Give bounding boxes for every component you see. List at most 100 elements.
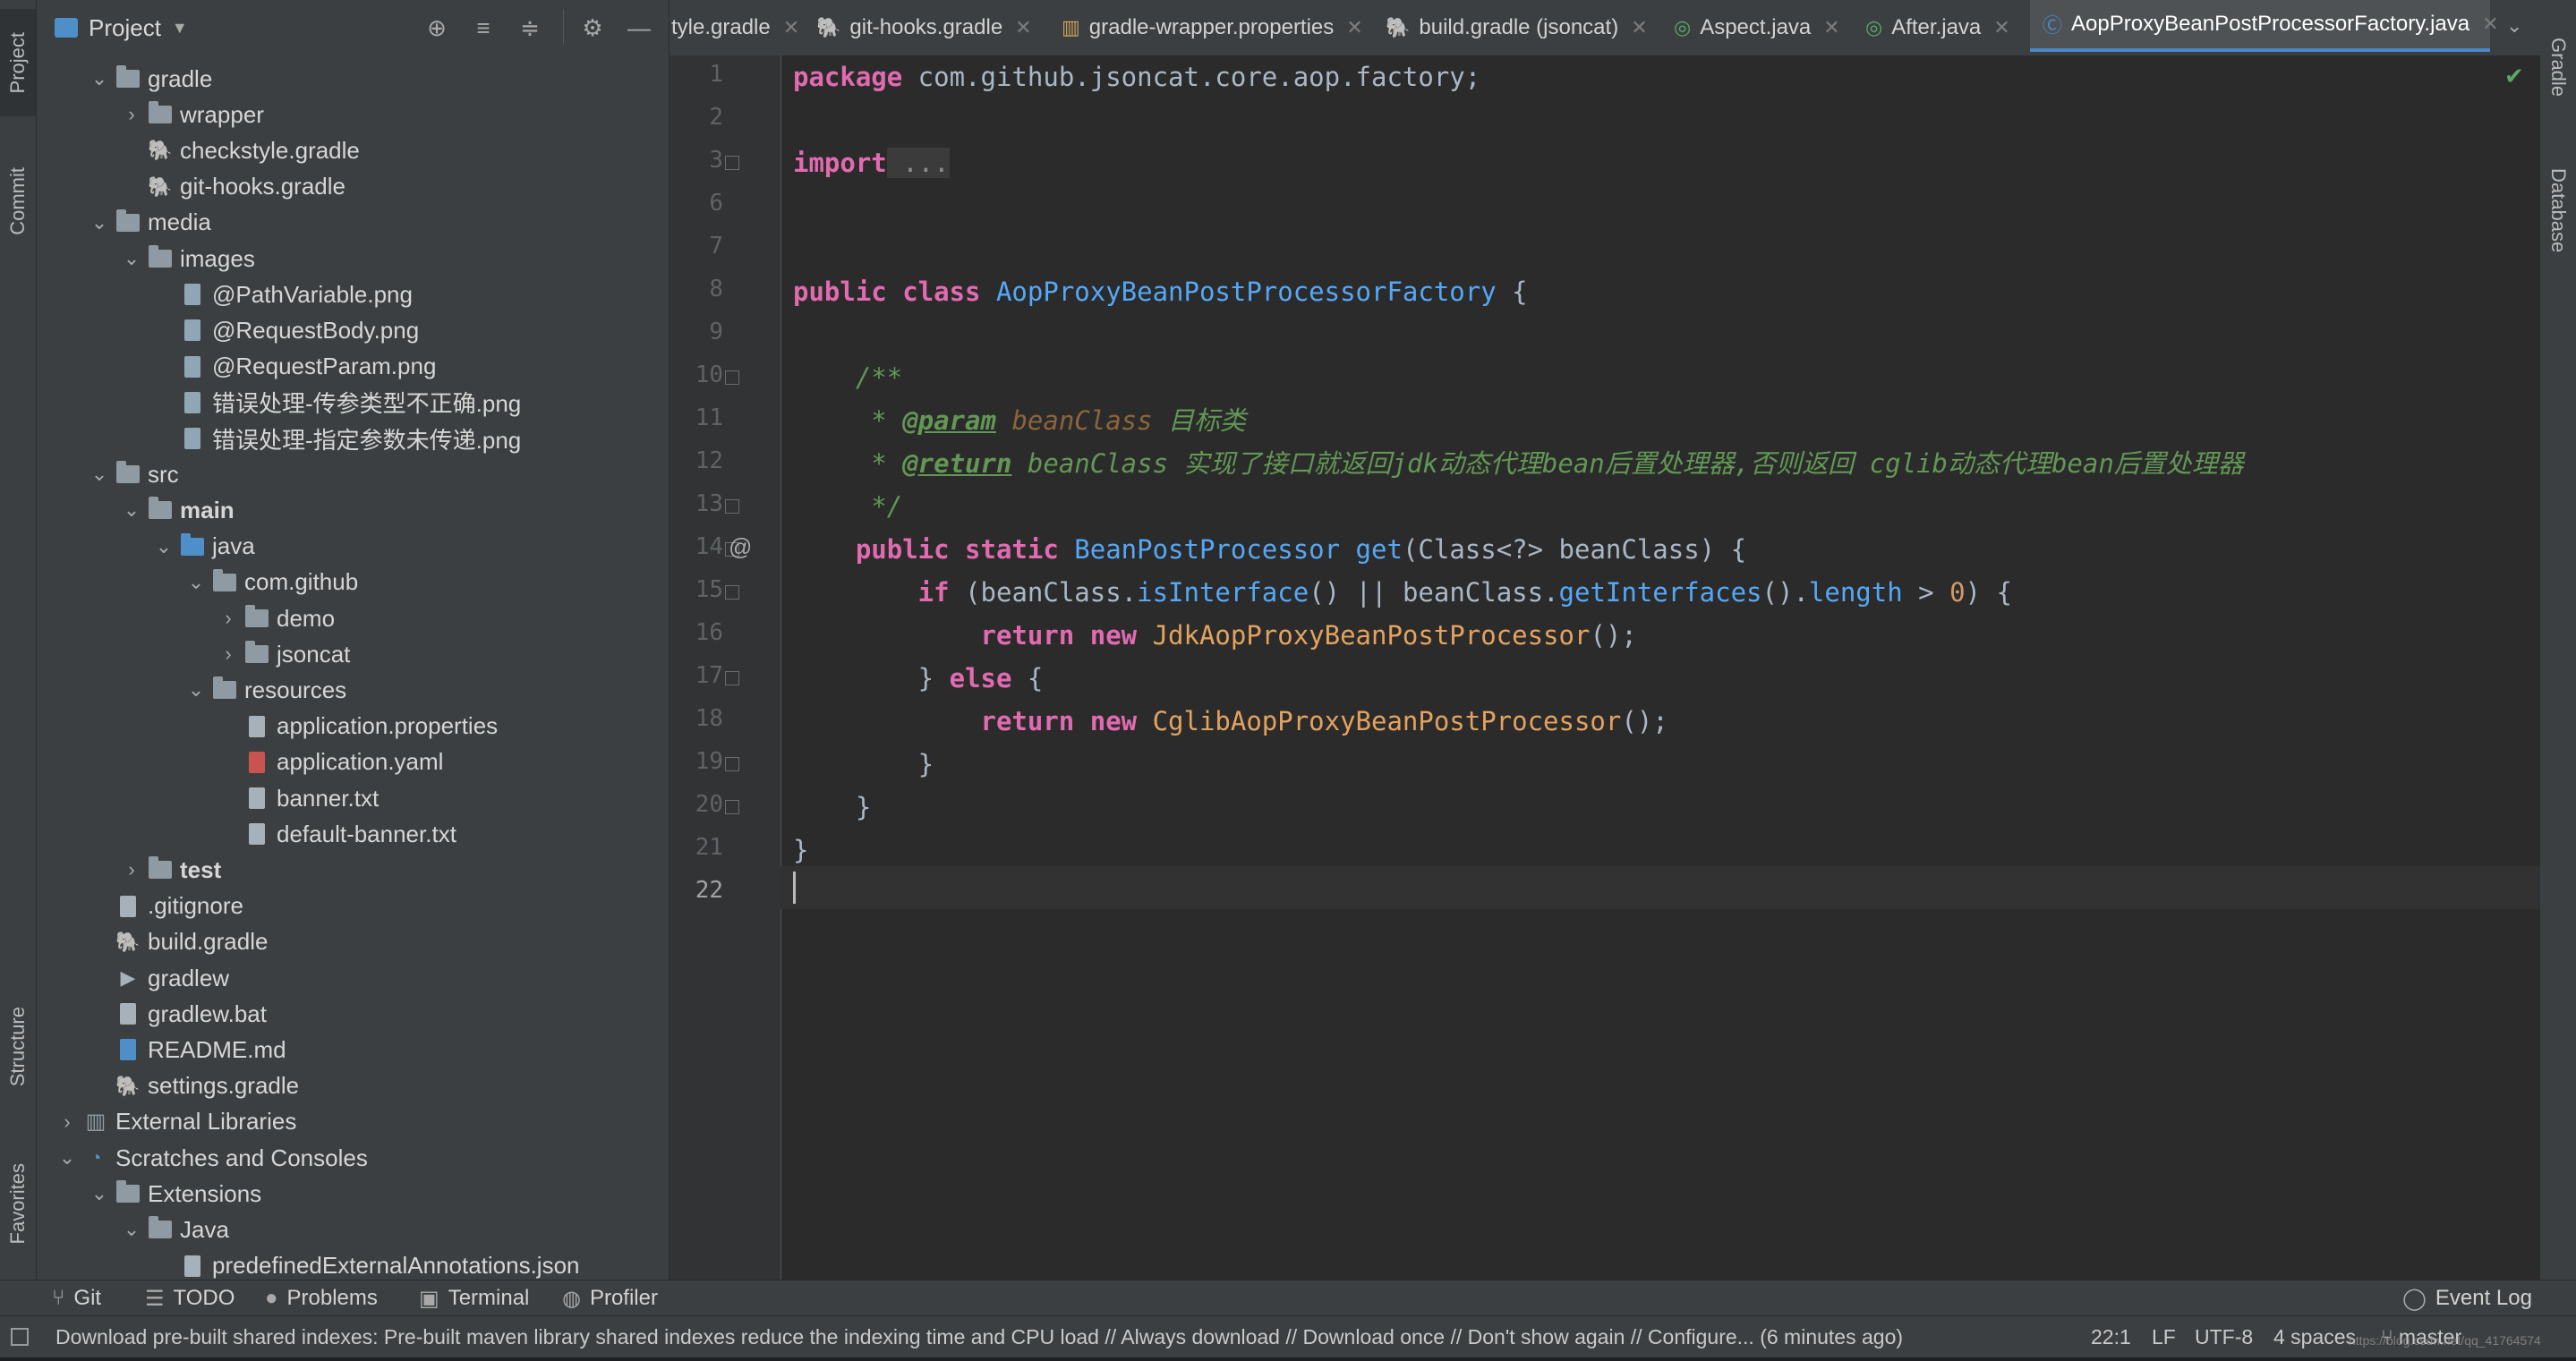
fold-marker-icon[interactable] xyxy=(725,156,739,170)
chevron-down-icon[interactable]: ⌄ xyxy=(185,571,207,594)
tool-tab-commit[interactable]: Commit xyxy=(0,143,36,259)
chevron-down-icon[interactable]: ⌄ xyxy=(89,1182,110,1205)
chevron-down-icon[interactable]: ⌄ xyxy=(153,535,175,558)
chevron-down-icon[interactable]: ⌄ xyxy=(185,678,207,702)
tree-item[interactable]: gradlew.bat xyxy=(37,996,669,1032)
line-separator[interactable]: LF xyxy=(2152,1316,2176,1357)
tree-item[interactable]: ⌄ Extensions xyxy=(37,1176,669,1212)
chevron-right-icon[interactable]: › xyxy=(56,1110,78,1134)
tree-item[interactable]: 错误处理-传参类型不正确.png xyxy=(37,385,669,421)
tab-aop-proxy-factory-java[interactable]: Ⓒ AopProxyBeanPostProcessorFactory.java ✕ xyxy=(2030,0,2499,52)
tree-item[interactable]: ⌄ main xyxy=(37,492,669,528)
status-message[interactable]: Download pre-built shared indexes: Pre-b… xyxy=(55,1316,2069,1357)
tree-item[interactable]: @PathVariable.png xyxy=(37,276,669,312)
chevron-right-icon[interactable]: › xyxy=(121,103,142,126)
tree-item[interactable]: README.md xyxy=(37,1032,669,1068)
close-icon[interactable]: ✕ xyxy=(1823,16,1839,39)
tool-tab-favorites[interactable]: Favorites xyxy=(0,1136,36,1271)
folded-imports[interactable]: ... xyxy=(886,148,950,178)
fold-marker-icon[interactable] xyxy=(725,800,739,814)
tree-item[interactable]: default-banner.txt xyxy=(37,816,669,852)
tree-item[interactable]: ⌄ resources xyxy=(37,672,669,708)
fold-marker-icon[interactable] xyxy=(725,671,739,685)
chevron-right-icon[interactable]: › xyxy=(218,607,239,630)
tool-tab-project[interactable]: Project xyxy=(0,9,36,116)
tree-item[interactable]: ▶ gradlew xyxy=(37,960,669,996)
chevron-right-icon[interactable]: › xyxy=(121,858,142,881)
tree-item[interactable]: ⌄ ◔ Scratches and Consoles xyxy=(37,1140,669,1176)
chevron-right-icon[interactable]: › xyxy=(218,642,239,666)
caret-position[interactable]: 22:1 xyxy=(2091,1316,2131,1357)
tab-aspect-java[interactable]: ◎ Aspect.java ✕ xyxy=(1674,0,1846,55)
collapse-all-icon[interactable]: ≑ xyxy=(515,13,545,43)
tree-item[interactable]: 🐘 settings.gradle xyxy=(37,1068,669,1104)
tree-item[interactable]: ⌄ com.github xyxy=(37,565,669,600)
inspection-ok-check-icon[interactable]: ✔ xyxy=(2504,63,2524,90)
tree-item[interactable]: @RequestBody.png xyxy=(37,312,669,348)
gear-icon[interactable]: ⚙ xyxy=(577,13,608,43)
tree-item[interactable]: ⌄ java xyxy=(37,529,669,565)
close-icon[interactable]: ✕ xyxy=(1015,16,1031,39)
tree-item[interactable]: 🐘 checkstyle.gradle xyxy=(37,132,669,168)
tree-item[interactable]: predefinedExternalAnnotations.json xyxy=(37,1248,669,1284)
hide-panel-icon[interactable]: — xyxy=(624,13,654,43)
file-encoding[interactable]: UTF-8 xyxy=(2195,1316,2253,1357)
tool-tab-gradle[interactable]: Gradle xyxy=(2540,18,2576,116)
tree-item[interactable]: › demo xyxy=(37,600,669,636)
tree-item[interactable]: application.properties xyxy=(37,709,669,744)
tool-tab-structure[interactable]: Structure xyxy=(0,984,36,1110)
close-icon[interactable]: ✕ xyxy=(1993,16,2009,39)
override-marker-icon[interactable]: @ xyxy=(729,533,752,561)
tree-item[interactable]: › jsoncat xyxy=(37,636,669,672)
tool-tab-database[interactable]: Database xyxy=(2540,143,2576,277)
code-editor[interactable]: 1 2 3 6 7 8 9 10 11 12 13 14 15 16 17 18 19 20 21 22 @ ✔ pac… xyxy=(670,55,2540,1280)
chevron-down-icon[interactable]: ⌄ xyxy=(121,247,142,270)
tool-window-todo[interactable]: ☰ TODO xyxy=(145,1280,235,1316)
tab-gradle-wrapper-properties[interactable]: ▥ gradle-wrapper.properties ✕ xyxy=(1062,0,1382,55)
tool-window-terminal[interactable]: ▣ Terminal xyxy=(419,1280,529,1316)
fold-marker-icon[interactable] xyxy=(725,370,739,385)
locate-icon[interactable]: ⊕ xyxy=(422,13,452,43)
tab-list-chevron-icon[interactable]: ⌄ xyxy=(2506,14,2522,38)
chevron-down-icon[interactable]: ⌄ xyxy=(89,67,110,90)
chevron-down-icon[interactable]: ⌄ xyxy=(56,1146,78,1170)
tree-item[interactable]: ⌄ gradle xyxy=(37,61,669,97)
tree-item[interactable]: › wrapper xyxy=(37,97,669,132)
indent-setting[interactable]: 4 spaces xyxy=(2273,1316,2356,1357)
tree-item[interactable]: @RequestParam.png xyxy=(37,349,669,385)
chevron-down-icon[interactable]: ⌄ xyxy=(89,463,110,486)
expand-all-icon[interactable]: ≡ xyxy=(468,13,499,43)
fold-marker-icon[interactable] xyxy=(725,585,739,600)
tree-item[interactable]: application.yaml xyxy=(37,744,669,780)
tab-git-hooks-gradle[interactable]: 🐘 git-hooks.gradle ✕ xyxy=(816,0,1062,55)
tree-item[interactable]: 🐘 build.gradle xyxy=(37,924,669,960)
tool-window-event-log[interactable]: ◯ Event Log xyxy=(2402,1280,2532,1316)
tab-after-java[interactable]: ◎ After.java ✕ xyxy=(1865,0,2017,55)
tool-window-problems[interactable]: ● Problems xyxy=(265,1280,378,1316)
tree-item[interactable]: ⌄ media xyxy=(37,205,669,241)
tree-item[interactable]: 🐘 git-hooks.gradle xyxy=(37,169,669,205)
tool-window-git[interactable]: ⑂ Git xyxy=(52,1280,101,1316)
tree-item[interactable]: ⌄ images xyxy=(37,241,669,276)
chevron-down-icon[interactable]: ⌄ xyxy=(89,211,110,234)
project-panel-title[interactable]: Project xyxy=(89,14,161,42)
close-icon[interactable]: ✕ xyxy=(1346,16,1362,39)
tab-tyle-gradle[interactable]: tyle.gradle ✕ xyxy=(670,0,799,55)
tree-item[interactable]: › test xyxy=(37,852,669,888)
chevron-down-icon[interactable]: ⌄ xyxy=(121,1218,142,1241)
tree-item[interactable]: › ▥ External Libraries xyxy=(37,1104,669,1140)
fold-marker-icon[interactable] xyxy=(725,757,739,771)
tree-item[interactable]: 错误处理-指定参数未传递.png xyxy=(37,421,669,456)
tree-item[interactable]: ⌄ src xyxy=(37,456,669,492)
close-icon[interactable]: ✕ xyxy=(2482,13,2498,36)
close-icon[interactable]: ✕ xyxy=(1631,16,1647,39)
tree-item[interactable]: banner.txt xyxy=(37,780,669,816)
tree-item[interactable]: ⌄ Java xyxy=(37,1212,669,1247)
chevron-down-icon[interactable]: ▼ xyxy=(172,19,188,38)
tree-item[interactable]: .gitignore xyxy=(37,889,669,924)
tool-window-profiler[interactable]: ◍ Profiler xyxy=(562,1280,658,1316)
close-icon[interactable]: ✕ xyxy=(783,16,799,39)
chevron-down-icon[interactable]: ⌄ xyxy=(121,498,142,522)
tab-build-gradle[interactable]: 🐘 build.gradle (jsoncat) ✕ xyxy=(1386,0,1688,55)
fold-marker-icon[interactable] xyxy=(725,499,739,514)
